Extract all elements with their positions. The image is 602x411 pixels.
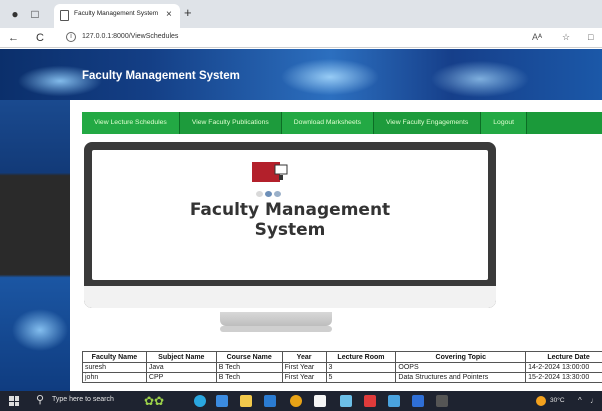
cell-lecture-room: 5 bbox=[325, 372, 397, 383]
code-editor-icon[interactable] bbox=[388, 395, 400, 407]
monitor-screen: Faculty Management System bbox=[92, 150, 488, 280]
collections-icon[interactable]: □ bbox=[588, 32, 593, 42]
browser-tab[interactable]: Faculty Management System × bbox=[54, 4, 180, 28]
paint-icon[interactable] bbox=[314, 395, 326, 407]
address-bar: ← C i 127.0.0.1:8000/ViewSchedules Aᴬ ☆ … bbox=[0, 28, 602, 48]
header-covering-topic: Covering Topic bbox=[395, 351, 527, 363]
main-nav-menu: View Lecture Schedules View Faculty Publ… bbox=[82, 112, 602, 134]
hero-title-line2: System bbox=[254, 220, 326, 240]
site-info-icon[interactable]: i bbox=[66, 32, 76, 42]
nav-view-faculty-publications[interactable]: View Faculty Publications bbox=[179, 112, 282, 134]
speaker-icon[interactable]: ♩ bbox=[590, 395, 598, 407]
search-icon[interactable]: ⚲ bbox=[36, 393, 44, 407]
cell-year: First Year bbox=[281, 372, 327, 383]
hero-title-line1: Faculty Management bbox=[189, 200, 391, 220]
favorite-star-icon[interactable]: ☆ bbox=[562, 32, 570, 43]
cell-subject-name: CPP bbox=[145, 372, 217, 383]
decorative-sidebar bbox=[0, 100, 70, 391]
chrome-icon[interactable] bbox=[290, 395, 302, 407]
monitor-chin bbox=[84, 286, 496, 308]
cell-course-name: B Tech bbox=[215, 372, 283, 383]
profile-icon[interactable]: ● bbox=[8, 7, 22, 21]
cell-faculty-name: john bbox=[82, 372, 147, 383]
nav-view-faculty-engagements[interactable]: View Faculty Engagements bbox=[374, 112, 482, 134]
workspaces-icon[interactable]: □ bbox=[28, 7, 42, 21]
store-icon[interactable] bbox=[264, 395, 276, 407]
hero-monitor-image: Faculty Management System bbox=[84, 142, 496, 308]
table-row: john CPP B Tech First Year 5 Data Struct… bbox=[82, 372, 602, 383]
table-header-row: Faculty Name Subject Name Course Name Ye… bbox=[82, 351, 602, 363]
header-course-name: Course Name bbox=[215, 351, 283, 363]
lecture-schedules-table: Faculty Name Subject Name Course Name Ye… bbox=[82, 351, 602, 383]
header-faculty-name: Faculty Name bbox=[82, 351, 147, 363]
web-page: Faculty Management System View Lecture S… bbox=[0, 49, 602, 391]
browser-tab-bar: ● □ Faculty Management System × + bbox=[0, 0, 602, 28]
edge-browser-icon[interactable] bbox=[216, 395, 228, 407]
task-view-icon[interactable] bbox=[194, 395, 206, 407]
tab-title: Faculty Management System bbox=[74, 10, 159, 17]
windows-start-icon[interactable] bbox=[9, 396, 19, 406]
lecture-schedules-table-wrap: Faculty Name Subject Name Course Name Ye… bbox=[82, 351, 602, 383]
site-title: Faculty Management System bbox=[82, 70, 240, 82]
cell-course-name: B Tech bbox=[215, 362, 283, 373]
widgets-icon[interactable]: ✿✿ bbox=[144, 393, 184, 409]
reload-icon[interactable]: C bbox=[36, 31, 44, 45]
monitor-stand bbox=[220, 312, 332, 326]
url-input[interactable]: 127.0.0.1:8000/ViewSchedules bbox=[82, 33, 178, 40]
mail-icon[interactable] bbox=[340, 395, 352, 407]
page-favicon-icon bbox=[60, 10, 69, 21]
cell-lecture-date: 15-2-2024 13:30:00 bbox=[525, 372, 602, 383]
header-lecture-date: Lecture Date bbox=[525, 351, 602, 363]
cell-year: First Year bbox=[281, 362, 327, 373]
weather-sun-icon[interactable] bbox=[536, 396, 546, 406]
nav-view-lecture-schedules[interactable]: View Lecture Schedules bbox=[82, 112, 180, 134]
file-explorer-icon[interactable] bbox=[240, 395, 252, 407]
nav-download-marksheets[interactable]: Download Marksheets bbox=[281, 112, 375, 134]
table-row: suresh Java B Tech First Year 3 OOPS 14-… bbox=[82, 362, 602, 373]
nav-logout[interactable]: Logout bbox=[481, 112, 528, 134]
tab-close-icon[interactable]: × bbox=[166, 9, 172, 21]
windows-taskbar: ⚲ Type here to search ✿✿ 30°C ^ ♩ bbox=[0, 391, 602, 411]
cell-lecture-date: 14-2-2024 13:00:00 bbox=[525, 362, 602, 373]
cell-covering-topic: OOPS bbox=[395, 362, 527, 373]
header-year: Year bbox=[281, 351, 327, 363]
tray-chevron-icon[interactable]: ^ bbox=[578, 395, 582, 407]
back-icon[interactable]: ← bbox=[8, 31, 19, 45]
header-lecture-room: Lecture Room bbox=[325, 351, 397, 363]
weather-temperature[interactable]: 30°C bbox=[550, 397, 565, 404]
logo-audience-icon bbox=[256, 184, 286, 197]
cell-faculty-name: suresh bbox=[82, 362, 147, 373]
taskbar-search-input[interactable]: Type here to search bbox=[52, 396, 114, 403]
vs-code-icon[interactable] bbox=[412, 395, 424, 407]
presenter-icon bbox=[274, 164, 288, 180]
new-tab-icon[interactable]: + bbox=[184, 5, 192, 21]
pinned-app-icon[interactable] bbox=[364, 395, 376, 407]
monitor-stand-base bbox=[220, 326, 332, 332]
main-content: View Lecture Schedules View Faculty Publ… bbox=[70, 100, 602, 391]
cell-subject-name: Java bbox=[145, 362, 217, 373]
cell-covering-topic: Data Structures and Pointers bbox=[395, 372, 527, 383]
read-aloud-icon[interactable]: Aᴬ bbox=[532, 32, 542, 42]
site-header-banner: Faculty Management System bbox=[0, 49, 602, 100]
header-subject-name: Subject Name bbox=[145, 351, 217, 363]
cell-lecture-room: 3 bbox=[325, 362, 397, 373]
terminal-icon[interactable] bbox=[436, 395, 448, 407]
